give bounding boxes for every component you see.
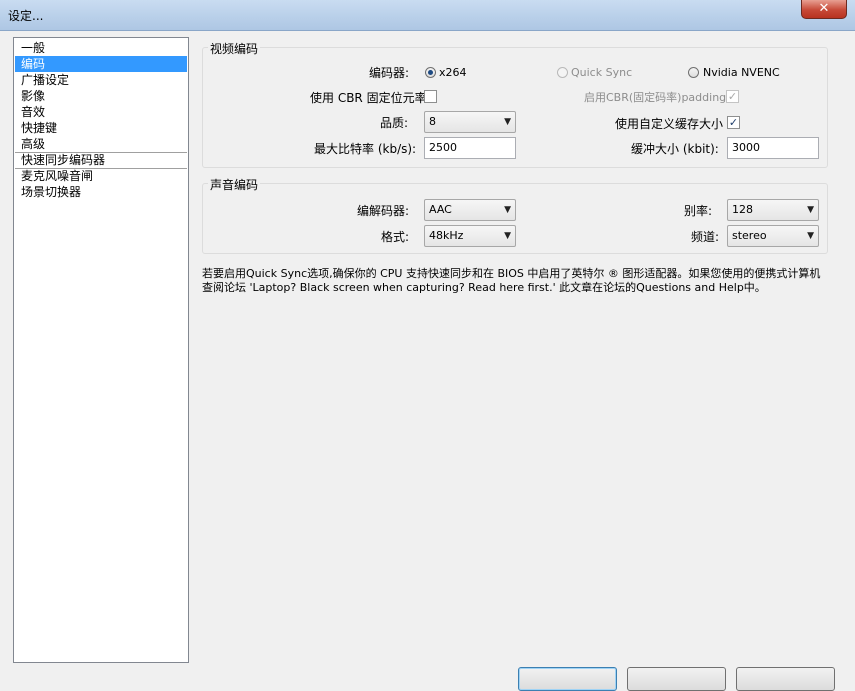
chevron-down-icon: ▼ [504, 117, 511, 127]
quality-select[interactable]: 8 ▼ [424, 111, 516, 133]
audio-bitrate-select[interactable]: 128 ▼ [727, 199, 819, 221]
nav-item-hotkeys[interactable]: 快捷键 [15, 120, 187, 136]
apply-button[interactable] [736, 667, 835, 691]
window-title: 设定... [8, 9, 44, 23]
chevron-down-icon: ▼ [807, 205, 814, 215]
encoder-quicksync-label: Quick Sync [571, 66, 633, 79]
format-value: 48kHz [429, 229, 464, 242]
cancel-button[interactable] [627, 667, 726, 691]
video-group-title: 视频编码 [208, 40, 261, 57]
cbr-padding-label: 启用CBR(固定码率)padding [584, 91, 727, 104]
close-button[interactable]: ✕ [801, 0, 847, 19]
encoder-x264-label[interactable]: x264 [439, 66, 467, 79]
nav-item-general[interactable]: 一般 [15, 40, 187, 56]
nav-item-scene-switcher[interactable]: 场景切换器 [15, 184, 187, 200]
nav-item-advanced[interactable]: 高级 [15, 136, 187, 152]
nav-item-noise-gate[interactable]: 麦克风噪音闸 [15, 168, 187, 184]
channel-value: stereo [732, 229, 767, 242]
format-select[interactable]: 48kHz ▼ [424, 225, 516, 247]
codec-label: 编解码器: [357, 204, 410, 218]
nav-item-quicksync[interactable]: 快速同步编码器 [15, 152, 187, 168]
nav-item-video[interactable]: 影像 [15, 88, 187, 104]
chevron-down-icon: ▼ [504, 205, 511, 215]
cbr-padding-checkbox: ✓ [726, 90, 739, 103]
nav-item-broadcast[interactable]: 广播设定 [15, 72, 187, 88]
max-bitrate-input[interactable]: 2500 [424, 137, 516, 159]
quicksync-info-text: 若要启用Quick Sync选项,确保你的 CPU 支持快速同步和在 BIOS … [202, 267, 821, 294]
nav-item-encoding[interactable]: 编码 [15, 56, 187, 72]
encoder-x264-radio[interactable] [425, 67, 436, 78]
max-bitrate-label: 最大比特率 (kb/s): [314, 142, 417, 156]
nav-item-audio[interactable]: 音效 [15, 104, 187, 120]
quality-label: 品质: [380, 116, 409, 130]
audio-group-title: 声音编码 [208, 176, 261, 193]
codec-select[interactable]: AAC ▼ [424, 199, 516, 221]
codec-value: AAC [429, 203, 452, 216]
audio-bitrate-label: 别率: [684, 204, 713, 218]
checkmark-icon: ✓ [727, 90, 738, 103]
buffer-size-input[interactable]: 3000 [727, 137, 819, 159]
encoder-quicksync-radio [557, 67, 568, 78]
channel-label: 频道: [691, 230, 720, 244]
title-bar: 设定... ✕ [0, 0, 855, 31]
format-label: 格式: [381, 230, 410, 244]
chevron-down-icon: ▼ [807, 231, 814, 241]
chevron-down-icon: ▼ [504, 231, 511, 241]
checkmark-icon: ✓ [728, 116, 739, 129]
encoder-nvenc-radio[interactable] [688, 67, 699, 78]
buffer-size-label: 缓冲大小 (kbit): [631, 142, 719, 156]
settings-nav-list: 一般 编码 广播设定 影像 音效 快捷键 高级 快速同步编码器 麦克风噪音闸 场… [13, 37, 189, 663]
ok-button[interactable] [518, 667, 617, 691]
close-icon: ✕ [818, 1, 830, 16]
cbr-checkbox[interactable] [424, 90, 437, 103]
cbr-label: 使用 CBR 固定位元率 [310, 91, 427, 105]
quality-value: 8 [429, 115, 436, 128]
custom-buffer-label: 使用自定义缓存大小 [615, 117, 724, 131]
encoder-nvenc-label[interactable]: Nvidia NVENC [703, 66, 780, 79]
custom-buffer-checkbox[interactable]: ✓ [727, 116, 740, 129]
encoder-label: 编码器: [369, 66, 410, 80]
audio-bitrate-value: 128 [732, 203, 753, 216]
channel-select[interactable]: stereo ▼ [727, 225, 819, 247]
